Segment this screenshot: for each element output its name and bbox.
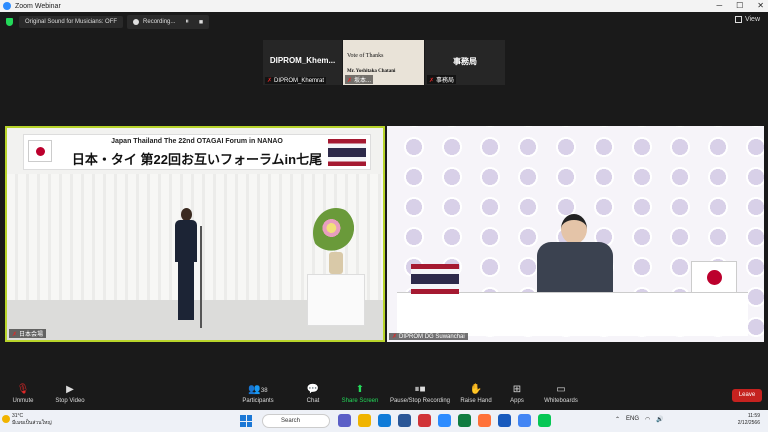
video-camera-icon: ▶ <box>66 384 74 395</box>
participant-thumbnail[interactable]: Vote of Thanks Mr. Yoshitaka Chatani ✗ 坂本… <box>343 40 424 85</box>
microphone-stand <box>200 226 202 328</box>
muted-mic-icon: 🎙 <box>16 384 30 395</box>
lang-indicator[interactable]: ENG <box>626 416 639 423</box>
muted-mic-icon: ✗ <box>347 78 353 84</box>
chat-icon: 💬 <box>306 384 320 395</box>
clock[interactable]: 11:59 2/12/2566 <box>738 413 760 427</box>
participant-thumbnail[interactable]: DIPROM_Khem... ✗ DIPROM_Khemrat <box>263 40 342 85</box>
recording-label: Recording... <box>143 19 176 25</box>
weather-sun-icon <box>2 415 10 423</box>
flower-arrangement <box>313 208 359 258</box>
thailand-flag-icon <box>328 139 366 166</box>
thailand-flag-icon <box>411 264 459 294</box>
clock-date: 2/12/2566 <box>737 420 760 426</box>
raise-hand-icon: ✋ <box>469 384 483 395</box>
word-icon[interactable] <box>498 414 511 427</box>
participant-name: 事務局 <box>453 57 477 66</box>
leave-button[interactable]: Leave <box>732 389 762 402</box>
stop-video-button[interactable]: ▶ Stop Video <box>52 384 88 404</box>
window-title: Zoom Webinar <box>15 2 61 10</box>
active-speaker-video[interactable]: Japan Thailand The 22nd OTAGAI Forum in … <box>5 126 385 342</box>
muted-mic-icon: ✗ <box>12 332 18 338</box>
participant-label: ✗ 坂本... <box>345 75 374 84</box>
windows-start-icon[interactable] <box>240 415 252 427</box>
slide-name: Mr. Yoshitaka Chatani <box>347 69 396 74</box>
speaker-figure <box>537 214 613 294</box>
participants-button[interactable]: 👥38 Participants <box>238 384 278 404</box>
store-icon[interactable] <box>398 414 411 427</box>
view-grid-icon <box>734 16 742 23</box>
desk <box>397 292 748 336</box>
weather-widget[interactable]: 31°C มีเมฆเป็นส่วนใหญ่ <box>2 413 52 427</box>
recording-indicator: Recording... ⏸ ■ <box>127 15 210 29</box>
muted-mic-icon: ✗ <box>429 78 435 84</box>
chevron-up-icon[interactable]: ⌃ <box>615 416 620 423</box>
participant-video[interactable]: ✗ DIPROM DG Suwanchai <box>387 126 764 342</box>
maximize-icon[interactable]: ☐ <box>736 0 743 12</box>
original-sound-label: Original Sound for Musicians: OFF <box>25 19 118 25</box>
taskbar-search[interactable]: Search <box>262 414 330 428</box>
app-icon[interactable] <box>418 414 431 427</box>
share-screen-icon: ⬆ <box>355 384 365 395</box>
chrome-icon[interactable] <box>518 414 531 427</box>
muted-mic-icon: ✗ <box>392 334 398 340</box>
windows-taskbar: 31°C มีเมฆเป็นส่วนใหญ่ Search ⌃ ENG ◠ 🔊 … <box>0 410 768 432</box>
system-tray: ⌃ ENG ◠ 🔊 <box>615 416 664 423</box>
file-explorer-icon[interactable] <box>358 414 371 427</box>
recording-icon <box>133 19 140 25</box>
apps-icon: ⊞ <box>512 384 522 395</box>
pause-stop-icon: ⏸■ <box>414 384 426 395</box>
share-screen-button[interactable]: ⬆ Share Screen <box>340 384 380 404</box>
raise-hand-button[interactable]: ✋ Raise Hand <box>458 384 494 404</box>
meeting-top-bar: Original Sound for Musicians: OFF Record… <box>0 12 768 32</box>
speaker-figure <box>173 208 199 328</box>
unmute-button[interactable]: 🎙 Unmute <box>10 384 36 404</box>
wifi-icon[interactable]: ◠ <box>645 416 650 423</box>
zoom-icon[interactable] <box>438 414 451 427</box>
view-button[interactable]: View <box>734 16 760 23</box>
close-icon[interactable]: ✕ <box>757 0 764 12</box>
excel-icon[interactable] <box>458 414 471 427</box>
participant-label: ✗ 事務局 <box>427 75 457 84</box>
volume-icon[interactable]: 🔊 <box>656 416 663 423</box>
clock-time: 11:59 <box>747 413 760 419</box>
slide-title: Vote of Thanks <box>347 53 384 59</box>
firefox-icon[interactable] <box>478 414 491 427</box>
participant-name: DIPROM_Khem... <box>269 56 336 65</box>
participants-count: 38 <box>260 388 268 394</box>
weather-temp: 31°C <box>12 413 24 419</box>
muted-mic-icon: ✗ <box>267 78 273 84</box>
pause-recording-icon[interactable]: ⏸ <box>185 18 189 26</box>
pause-stop-recording-button[interactable]: ⏸■ Pause/Stop Recording <box>388 384 452 404</box>
japan-flag-icon <box>28 140 52 162</box>
title-bar: Zoom Webinar ─ ☐ ✕ <box>0 0 768 12</box>
chat-button[interactable]: 💬 Chat <box>302 384 324 404</box>
whiteboard-icon: ▭ <box>556 384 566 395</box>
forum-banner: Japan Thailand The 22nd OTAGAI Forum in … <box>23 134 371 170</box>
teams-icon[interactable] <box>338 414 351 427</box>
weather-desc: มีเมฆเป็นส่วนใหญ่ <box>12 420 52 426</box>
view-label: View <box>744 16 760 23</box>
line-icon[interactable] <box>538 414 551 427</box>
banner-japanese-text: 日本・タイ 第22回お互いフォーラムin七尾 <box>71 152 323 167</box>
flower-table <box>307 274 365 326</box>
original-sound-toggle[interactable]: Original Sound for Musicians: OFF <box>19 16 124 28</box>
banner-english-text: Japan Thailand The 22nd OTAGAI Forum in … <box>111 138 283 145</box>
participant-thumbnail[interactable]: 事務局 ✗ 事務局 <box>425 40 505 85</box>
participants-icon: 👥38 <box>248 384 268 395</box>
taskbar-apps <box>338 414 551 427</box>
stop-recording-icon[interactable]: ■ <box>199 19 203 26</box>
whiteboards-button[interactable]: ▭ Whiteboards <box>541 384 581 404</box>
participant-label: ✗ DIPROM_Khemrat <box>265 77 327 84</box>
japan-flag-icon <box>691 261 737 293</box>
minimize-icon[interactable]: ─ <box>716 0 722 12</box>
video-name-label: ✗ DIPROM DG Suwanchai <box>389 333 468 340</box>
zoom-logo-icon <box>3 2 11 10</box>
apps-button[interactable]: ⊞ Apps <box>506 384 528 404</box>
video-name-label: ✗ 日本会場 <box>9 329 47 338</box>
flower-vase <box>329 252 343 274</box>
meeting-toolbar: 🎙 Unmute ▶ Stop Video 👥38 Participants 💬 Cha… <box>0 382 768 410</box>
security-shield-icon[interactable] <box>6 18 13 26</box>
edge-icon[interactable] <box>378 414 391 427</box>
